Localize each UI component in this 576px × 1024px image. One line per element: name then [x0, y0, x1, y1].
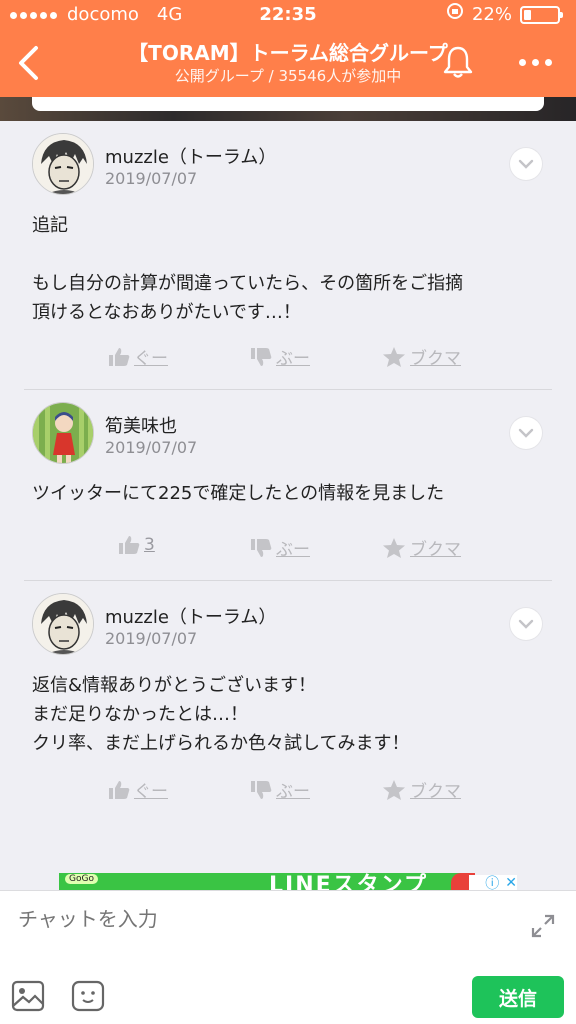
nav-bar: 【TORAM】トーラム総合グループ 公開グループ / 35546人が参加中: [0, 32, 576, 94]
ad-image[interactable]: GoGo LINEスタンプ: [59, 873, 469, 891]
thumbs-up-icon: [109, 780, 130, 799]
thumbs-up-icon: [109, 347, 130, 366]
header-image-strip: [0, 97, 576, 121]
thumbs-down-icon: [251, 538, 272, 557]
dot-icon: [531, 58, 539, 66]
bookmark-label: ブクマ: [410, 349, 461, 369]
bad-button[interactable]: ぶー: [250, 777, 310, 802]
comment-actions: ぐー ぶー ブクマ: [24, 344, 552, 374]
battery-icon: [520, 6, 563, 24]
chat-input[interactable]: [18, 903, 508, 935]
page-title: 【TORAM】トーラム総合グループ: [128, 41, 448, 65]
ad-close-icon[interactable]: ✕: [505, 875, 517, 891]
comment-date: 2019/07/07: [105, 438, 198, 457]
ad-banner[interactable]: GoGo LINEスタンプ ⓘ ✕: [59, 873, 517, 891]
comment-body: 返信&情報ありがとうございます！ まだ足りなかったとは…！ クリ率、まだ上げられ…: [32, 675, 410, 754]
star-icon: [383, 779, 405, 800]
comment-menu-button[interactable]: [510, 608, 542, 640]
good-button[interactable]: ぐー: [108, 777, 168, 802]
good-label: ぐー: [134, 349, 168, 369]
bell-icon: [443, 46, 473, 78]
avatar[interactable]: [32, 402, 94, 464]
good-count: 3: [144, 535, 155, 555]
comment-date: 2019/07/07: [105, 169, 198, 188]
chat-input-bar: 送信: [0, 890, 576, 1024]
orientation-lock-icon: [446, 0, 464, 30]
comment-item: 筍美味也 2019/07/07 ツイッターにて225で確定したとの情報を見ました…: [24, 390, 552, 580]
dot-icon: [544, 58, 552, 66]
comment-body: 追記 もし自分の計算が間違っていたら、その箇所をご指摘 頂けるとなおありがたいで…: [32, 215, 464, 323]
thumbs-down-icon: [251, 347, 272, 366]
thumbs-down-icon: [251, 780, 272, 799]
comment-actions: ぐー ぶー ブクマ: [24, 777, 552, 807]
more-options-button[interactable]: [510, 44, 560, 80]
good-label: ぐー: [134, 782, 168, 802]
comment-actions: 3 ぶー ブクマ: [24, 535, 552, 565]
chevron-down-icon: [518, 619, 534, 629]
bookmark-button[interactable]: ブクマ: [382, 777, 461, 802]
avatar[interactable]: [32, 593, 94, 655]
comment-author[interactable]: muzzle（トーラム）: [105, 603, 276, 629]
comment-item: muzzle（トーラム） 2019/07/07 返信&情報ありがとうございます！…: [24, 581, 552, 821]
comment-feed[interactable]: muzzle（トーラム） 2019/07/07 追記 もし自分の計算が間違ってい…: [0, 121, 576, 889]
ad-info-icon[interactable]: ⓘ: [485, 873, 499, 891]
bad-button[interactable]: ぶー: [250, 535, 310, 560]
sticker-icon: [71, 980, 105, 1012]
comment-menu-button[interactable]: [510, 417, 542, 449]
app-header: docomo 4G 22:35 22% 【TORAM】トーラム総合グループ 公開…: [0, 0, 576, 97]
good-button[interactable]: ぐー: [108, 344, 168, 369]
page-subtitle: 公開グループ / 35546人が参加中: [174, 67, 402, 85]
bookmark-label: ブクマ: [410, 782, 461, 802]
bad-label: ぶー: [276, 349, 310, 369]
chevron-down-icon: [518, 159, 534, 169]
chevron-down-icon: [518, 428, 534, 438]
ad-logo: GoGo: [65, 874, 98, 884]
bookmark-button[interactable]: ブクマ: [382, 535, 461, 560]
send-button[interactable]: 送信: [472, 976, 564, 1018]
nav-title-block: 【TORAM】トーラム総合グループ 公開グループ / 35546人が参加中: [90, 40, 486, 86]
star-icon: [383, 346, 405, 367]
bad-button[interactable]: ぶー: [250, 344, 310, 369]
dot-icon: [518, 58, 526, 66]
bookmark-label: ブクマ: [410, 540, 461, 560]
comment-author[interactable]: muzzle（トーラム）: [105, 143, 276, 169]
thumbs-up-icon: [119, 536, 140, 554]
ad-controls: ⓘ ✕: [469, 875, 517, 891]
sticker-button[interactable]: [70, 979, 106, 1013]
avatar[interactable]: [32, 133, 94, 195]
image-attach-button[interactable]: [10, 979, 46, 1013]
bad-label: ぶー: [276, 782, 310, 802]
expand-input-button[interactable]: [526, 909, 560, 943]
back-button[interactable]: [8, 38, 48, 88]
ad-banner-text: LINEスタンプ: [269, 873, 428, 891]
image-icon: [11, 980, 45, 1012]
bookmark-button[interactable]: ブクマ: [382, 344, 461, 369]
status-bar: docomo 4G 22:35 22%: [0, 0, 576, 30]
comment-date: 2019/07/07: [105, 629, 198, 648]
good-button[interactable]: 3: [118, 535, 155, 555]
comment-menu-button[interactable]: [510, 148, 542, 180]
star-icon: [383, 537, 405, 558]
battery-percent: 22%: [471, 4, 512, 25]
comment-author[interactable]: 筍美味也: [105, 412, 177, 438]
notification-button[interactable]: [438, 42, 478, 82]
post-card-edge: [32, 97, 544, 111]
expand-icon: [531, 914, 555, 938]
comment-body: ツイッターにて225で確定したとの情報を見ました: [32, 483, 445, 504]
comment-item: muzzle（トーラム） 2019/07/07 追記 もし自分の計算が間違ってい…: [24, 121, 552, 389]
chevron-left-icon: [19, 46, 38, 80]
bad-label: ぶー: [276, 540, 310, 560]
